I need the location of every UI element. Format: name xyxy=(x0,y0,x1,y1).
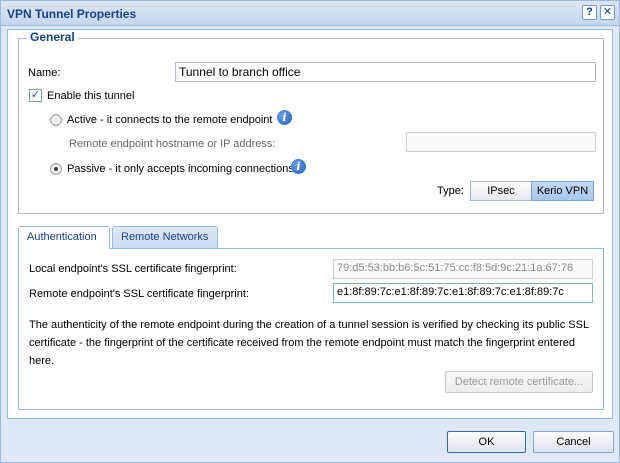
help-icon[interactable]: ? xyxy=(582,5,597,20)
name-label: Name: xyxy=(28,67,61,79)
detect-certificate-button[interactable]: Detect remote certificate... xyxy=(445,371,593,393)
dialog-title: VPN Tunnel Properties xyxy=(7,7,137,21)
vpn-tunnel-dialog: VPN Tunnel Properties ? ✕ General Name: … xyxy=(0,0,620,463)
active-radio-label: Active - it connects to the remote endpo… xyxy=(67,114,273,126)
passive-radio[interactable] xyxy=(50,163,62,175)
active-info-icon[interactable]: i xyxy=(277,110,292,125)
tab-authentication[interactable]: Authentication xyxy=(18,226,110,249)
type-kerio-vpn-button[interactable]: Kerio VPN xyxy=(531,181,594,201)
passive-info-icon[interactable]: i xyxy=(291,159,306,174)
dialog-content: General Name: Tunnel to branch office ✓ … xyxy=(7,29,613,419)
close-icon[interactable]: ✕ xyxy=(600,5,615,20)
enable-tunnel-label: Enable this tunnel xyxy=(47,90,135,102)
local-fingerprint-field: 79:d5:53:bb:b6:5c:51:75:cc:f8:5d:9c:21:1… xyxy=(333,259,593,279)
remote-host-label: Remote endpoint hostname or IP address: xyxy=(69,138,276,150)
fingerprint-description: The authenticity of the remote endpoint … xyxy=(29,319,589,367)
type-ipsec-button[interactable]: IPsec xyxy=(470,181,532,201)
passive-radio-label: Passive - it only accepts incoming conne… xyxy=(67,163,294,175)
dialog-titlebar[interactable]: VPN Tunnel Properties ? ✕ xyxy=(1,1,619,26)
remote-host-input[interactable] xyxy=(406,132,596,152)
ok-button[interactable]: OK xyxy=(447,431,526,453)
local-fingerprint-label: Local endpoint's SSL certificate fingerp… xyxy=(29,263,237,275)
cancel-button[interactable]: Cancel xyxy=(533,431,614,453)
enable-tunnel-checkbox[interactable]: ✓ xyxy=(29,89,42,102)
name-input[interactable]: Tunnel to branch office xyxy=(175,62,596,82)
remote-fingerprint-label: Remote endpoint's SSL certificate finger… xyxy=(29,288,249,300)
tab-remote-networks[interactable]: Remote Networks xyxy=(112,226,218,248)
remote-fingerprint-input[interactable]: e1:8f:89:7c:e1:8f:89:7c:e1:8f:89:7c:e1:8… xyxy=(333,283,593,303)
type-label: Type: xyxy=(437,185,464,197)
general-legend: General xyxy=(27,30,78,44)
authentication-panel: Local endpoint's SSL certificate fingerp… xyxy=(18,248,604,410)
active-radio[interactable] xyxy=(50,114,62,126)
general-fieldset: General Name: Tunnel to branch office ✓ … xyxy=(18,30,604,214)
